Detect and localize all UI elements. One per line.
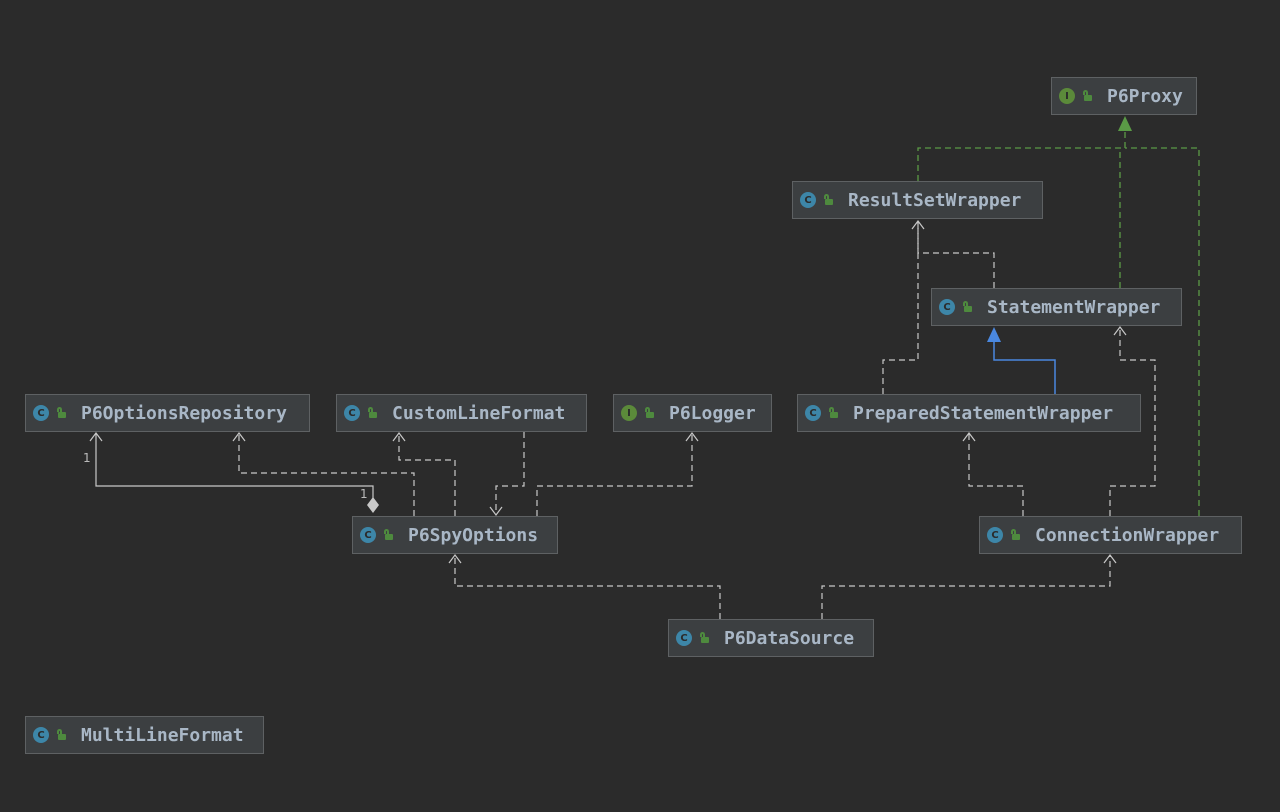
node-customlineformat[interactable]: C CustomLineFormat: [336, 394, 587, 432]
public-lock-icon: [698, 632, 710, 644]
public-lock-icon: [1081, 90, 1093, 102]
class-icon: C: [360, 527, 376, 543]
edge-customlineformat-depends-p6spyoptions: [495, 432, 525, 514]
class-icon: C: [33, 405, 49, 421]
class-icon: C: [987, 527, 1003, 543]
edge-p6spyoptions-depends-customlineformat: [398, 434, 456, 516]
dependency-arrowheads: [232, 220, 1127, 564]
edge-preparedstatementwrapper-extends-statementwrapper: [993, 342, 1056, 394]
multiplicity-options-end: 1: [360, 487, 368, 501]
public-lock-icon: [961, 301, 973, 313]
edge-resultsetwrapper-implements-p6proxy: [917, 131, 1126, 181]
node-label: PreparedStatementWrapper: [853, 402, 1114, 424]
class-icon: C: [33, 727, 49, 743]
node-statementwrapper[interactable]: C StatementWrapper: [931, 288, 1182, 326]
edge-p6datasource-depends-connectionwrapper: [821, 556, 1111, 619]
edge-p6spyoptions-composes-p6optionsrepository: [95, 434, 374, 498]
node-label: StatementWrapper: [987, 296, 1161, 318]
class-icon: C: [676, 630, 692, 646]
class-icon: C: [344, 405, 360, 421]
implements-arrowhead: [1118, 116, 1132, 131]
public-lock-icon: [366, 407, 378, 419]
class-icon: C: [939, 299, 955, 315]
node-label: P6SpyOptions: [408, 524, 539, 546]
composition-diamond: [367, 497, 379, 513]
public-lock-icon: [55, 729, 67, 741]
public-lock-icon: [822, 194, 834, 206]
node-p6datasource[interactable]: C P6DataSource: [668, 619, 874, 657]
node-label: P6Logger: [669, 402, 756, 424]
edge-preparedstatementwrapper-depends-resultsetwrapper: [882, 222, 919, 394]
interface-icon: I: [621, 405, 637, 421]
edge-p6datasource-depends-p6spyoptions: [454, 556, 721, 619]
node-resultsetwrapper[interactable]: C ResultSetWrapper: [792, 181, 1043, 219]
class-icon: C: [800, 192, 816, 208]
node-p6optionsrepository[interactable]: C P6OptionsRepository: [25, 394, 310, 432]
edge-p6spyoptions-depends-p6logger: [536, 434, 693, 516]
node-label: P6OptionsRepository: [81, 402, 287, 424]
edge-connectionwrapper-implements-p6proxy: [1125, 147, 1200, 516]
public-lock-icon: [1009, 529, 1021, 541]
node-p6proxy[interactable]: I P6Proxy: [1051, 77, 1197, 115]
node-label: P6Proxy: [1107, 85, 1183, 107]
extends-arrowhead: [987, 327, 1001, 342]
edge-p6spyoptions-depends-p6optionsrepository: [238, 434, 415, 516]
edge-connectionwrapper-depends-preparedstatementwrapper: [968, 434, 1024, 516]
node-p6spyoptions[interactable]: C P6SpyOptions: [352, 516, 558, 554]
node-multilineformat[interactable]: C MultiLineFormat: [25, 716, 264, 754]
diagram-canvas: 1 1 I P6Proxy C ResultSetWrapper C State…: [0, 0, 1280, 812]
public-lock-icon: [382, 529, 394, 541]
node-preparedstatementwrapper[interactable]: C PreparedStatementWrapper: [797, 394, 1141, 432]
node-label: ResultSetWrapper: [848, 189, 1022, 211]
public-lock-icon: [643, 407, 655, 419]
node-label: MultiLineFormat: [81, 724, 244, 746]
node-p6logger[interactable]: I P6Logger: [613, 394, 772, 432]
node-label: CustomLineFormat: [392, 402, 566, 424]
public-lock-icon: [827, 407, 839, 419]
node-label: P6DataSource: [724, 627, 855, 649]
node-label: ConnectionWrapper: [1035, 524, 1220, 546]
edge-statementwrapper-depends-resultsetwrapper: [917, 222, 995, 288]
public-lock-icon: [55, 407, 67, 419]
interface-icon: I: [1059, 88, 1075, 104]
node-connectionwrapper[interactable]: C ConnectionWrapper: [979, 516, 1242, 554]
multiplicity-repository-end: 1: [83, 451, 91, 465]
class-icon: C: [805, 405, 821, 421]
